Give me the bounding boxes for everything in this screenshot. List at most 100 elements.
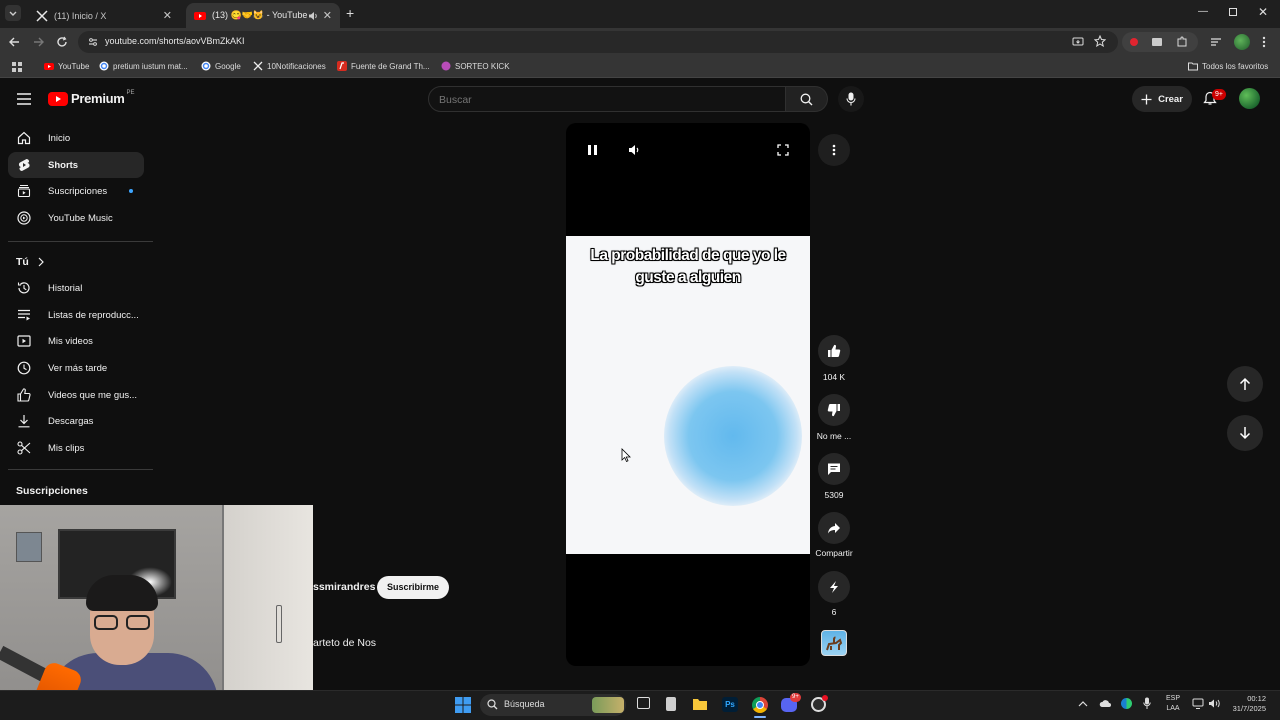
google-favicon-icon [201, 61, 211, 71]
kick-favicon-icon [441, 61, 451, 71]
previous-short-button[interactable] [1227, 366, 1263, 402]
channel-name[interactable]: ssmirandres [313, 581, 375, 593]
file-explorer-icon[interactable] [692, 697, 708, 711]
shorts-icon [18, 158, 30, 172]
profile-avatar[interactable] [1234, 34, 1250, 50]
onedrive-cloud-icon[interactable] [1099, 699, 1111, 708]
url-text[interactable]: youtube.com/shorts/aovVBmZkAKI [105, 36, 245, 46]
remix-button[interactable] [818, 571, 850, 603]
comments-button[interactable] [818, 453, 850, 485]
minimize-window-icon[interactable]: — [1198, 6, 1208, 17]
search-box[interactable] [428, 86, 786, 112]
video-frame: La probabilidad de que yo le guste a alg… [566, 236, 810, 554]
install-app-icon[interactable] [1072, 36, 1084, 48]
photoshop-icon[interactable]: Ps [722, 697, 738, 712]
reading-list-icon[interactable] [1210, 36, 1222, 48]
next-short-button[interactable] [1227, 415, 1263, 451]
pause-icon[interactable] [587, 144, 598, 156]
network-display-icon[interactable] [1192, 698, 1204, 709]
sidebar-item-shorts[interactable]: Shorts [8, 152, 144, 178]
subscriptions-heading: Suscripciones [16, 485, 88, 497]
sidebar-item-ver-mas-tarde[interactable]: Ver más tarde [0, 355, 152, 381]
bookmark-sorteo-kick[interactable]: SORTEO KICK [441, 61, 510, 71]
subscribe-button[interactable]: Suscribirme [377, 576, 449, 599]
clock-time: 00:12 [1247, 694, 1266, 703]
tab-search-dropdown[interactable] [5, 5, 21, 21]
hamburger-menu-icon[interactable] [17, 93, 31, 105]
shorts-video-player[interactable]: La probabilidad de que yo le guste a alg… [566, 123, 810, 666]
sidebar-item-inicio[interactable]: Inicio [0, 125, 152, 151]
tab-title: (11) Inicio / X [54, 10, 107, 21]
all-bookmarks-folder[interactable]: Todos los favoritos [1188, 61, 1268, 71]
youtube-premium-logo[interactable]: Premium PE [48, 90, 135, 106]
dislike-button[interactable] [818, 394, 850, 426]
voice-search-button[interactable] [838, 86, 864, 112]
share-button[interactable] [818, 512, 850, 544]
close-window-icon[interactable]: ✕ [1258, 5, 1268, 19]
sidebar-item-listas[interactable]: Listas de reproducc... [0, 302, 152, 328]
chrome-icon[interactable] [752, 697, 768, 713]
puzzle-extensions-icon[interactable] [1176, 36, 1188, 48]
bookmark-google[interactable]: Google [201, 61, 241, 71]
taskbar-clock[interactable]: 00:12 31/7/2025 [1226, 694, 1266, 714]
bookmark-pretium[interactable]: pretium iustum mat... [99, 61, 188, 71]
mouse-cursor-icon [621, 448, 631, 463]
kebab-menu-icon[interactable] [1261, 36, 1267, 48]
you-section-header[interactable]: Tú [16, 256, 45, 268]
sidebar-item-historial[interactable]: Historial [0, 275, 152, 301]
tab-title: (13) 😋🤝😺 - YouTube [212, 10, 308, 20]
back-arrow-icon[interactable] [8, 36, 20, 48]
chevron-right-icon [38, 257, 44, 267]
tray-app-icon[interactable] [1121, 698, 1132, 709]
close-tab-icon[interactable]: ✕ [163, 9, 172, 22]
keyboard-language[interactable]: ESP LAA [1162, 694, 1184, 714]
x-logo-icon [36, 9, 48, 22]
apps-grid-icon[interactable] [12, 62, 22, 72]
bookmark-notificaciones[interactable]: 10Notificaciones [253, 61, 326, 71]
taskbar-search[interactable]: Búsqueda [480, 694, 626, 716]
windows-start-icon[interactable] [455, 697, 471, 713]
wardrobe-handle [276, 605, 282, 643]
obs-recording-dot [822, 695, 828, 701]
tab-x[interactable]: (11) Inicio / X ✕ [28, 3, 180, 28]
site-info-icon[interactable] [88, 37, 98, 47]
like-button[interactable] [818, 335, 850, 367]
bookmark-star-icon[interactable] [1094, 35, 1106, 47]
close-tab-icon[interactable]: ✕ [323, 9, 332, 22]
sidebar-item-suscripciones[interactable]: Suscripciones [0, 178, 152, 204]
forward-arrow-icon[interactable] [33, 36, 45, 48]
tab-youtube[interactable]: (13) 😋🤝😺 - YouTube ✕ [186, 3, 340, 28]
search-icon [800, 93, 813, 106]
volume-icon[interactable] [1208, 698, 1221, 709]
media-extension-icon[interactable] [1151, 36, 1163, 48]
sound-title[interactable]: arteto de Nos [313, 637, 376, 649]
bookmark-youtube[interactable]: YouTube [44, 61, 89, 71]
account-avatar[interactable] [1239, 88, 1260, 109]
taskbar-app-printer-icon[interactable] [666, 697, 676, 711]
new-tab-button[interactable]: + [346, 5, 354, 21]
bookmark-fuente[interactable]: Fuente de Grand Th... [337, 61, 430, 71]
sidebar-item-mis-videos[interactable]: Mis videos [0, 328, 152, 354]
search-button[interactable] [786, 86, 828, 112]
arrow-up-icon [1239, 377, 1251, 390]
sidebar-item-youtube-music[interactable]: YouTube Music [0, 205, 152, 231]
restore-window-icon[interactable] [1229, 8, 1237, 16]
sidebar-item-videos-me-gustan[interactable]: Videos que me gus... [0, 382, 152, 408]
tray-microphone-icon[interactable] [1143, 697, 1151, 710]
dislike-label: No me ... [816, 431, 852, 441]
sidebar-item-mis-clips[interactable]: Mis clips [0, 435, 152, 461]
reload-icon[interactable] [56, 36, 68, 48]
fullscreen-icon[interactable] [777, 144, 789, 156]
comment-count: 5309 [824, 490, 844, 500]
task-view-icon[interactable] [637, 697, 650, 709]
search-input[interactable] [439, 92, 769, 107]
watch-later-icon [17, 361, 31, 375]
sidebar-item-descargas[interactable]: Descargas [0, 408, 152, 434]
record-extension-icon[interactable] [1128, 36, 1140, 48]
tab-audio-icon[interactable] [308, 11, 318, 21]
volume-icon[interactable] [628, 144, 641, 156]
sound-thumbnail[interactable] [821, 630, 847, 656]
tray-chevron-up-icon[interactable] [1078, 700, 1088, 708]
more-options-button[interactable] [818, 134, 850, 166]
create-button[interactable]: Crear [1132, 86, 1192, 112]
